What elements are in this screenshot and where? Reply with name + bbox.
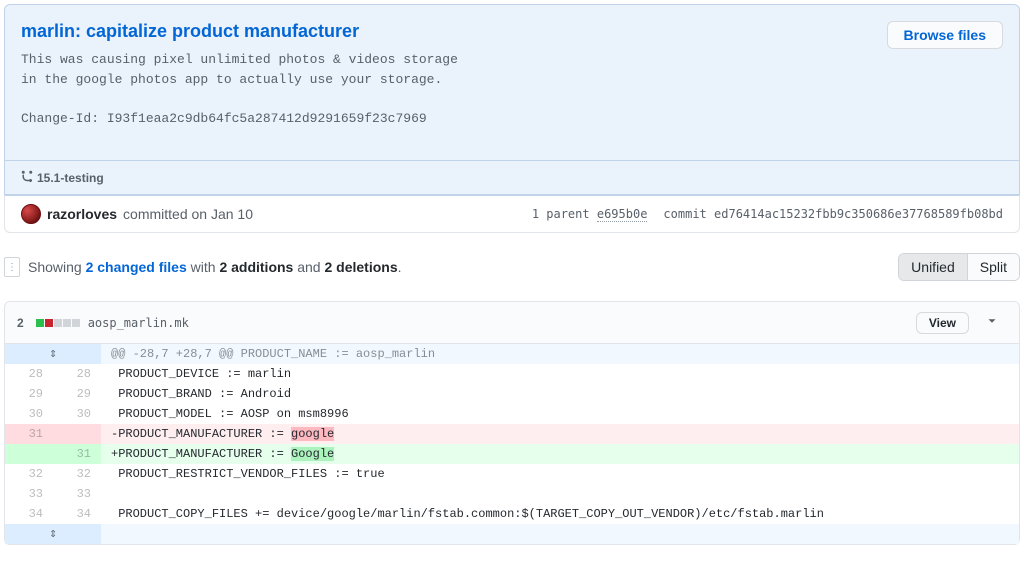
git-branch-icon	[21, 169, 33, 186]
code-content: PRODUCT_BRAND := Android	[101, 384, 1019, 404]
commit-description: This was causing pixel unlimited photos …	[21, 50, 1003, 128]
hunk-expand-row: ⇕ @@ -28,7 +28,7 @@ PRODUCT_NAME := aosp…	[5, 344, 1019, 364]
table-of-contents-icon[interactable]: ⋮	[4, 257, 20, 277]
parent-sha-link[interactable]: e695b0e	[597, 207, 648, 222]
deletions-count: 2 deletions	[324, 259, 397, 275]
code-content: PRODUCT_DEVICE := marlin	[101, 364, 1019, 384]
file-name[interactable]: aosp_marlin.mk	[88, 316, 189, 330]
file-header: 2 aosp_marlin.mk View	[5, 302, 1019, 344]
inline-change: Google	[291, 447, 334, 461]
diff-toc-row: ⋮ Showing 2 changed files with 2 additio…	[4, 249, 1020, 285]
browse-files-button[interactable]: Browse files	[887, 21, 1003, 49]
line-number-new[interactable]: 29	[53, 384, 101, 404]
split-view-button[interactable]: Split	[967, 254, 1019, 280]
line-number-new[interactable]: 28	[53, 364, 101, 384]
file-diff-box: 2 aosp_marlin.mk View ⇕ @@ -28,7 +28,7 @…	[4, 301, 1020, 545]
diff-line: 31 -PRODUCT_MANUFACTURER := google	[5, 424, 1019, 444]
branch-row: 15.1-testing	[4, 161, 1020, 195]
code-content: -PRODUCT_MANUFACTURER := google	[101, 424, 1019, 444]
changed-files-link[interactable]: 2 changed files	[86, 259, 187, 275]
view-file-button[interactable]: View	[916, 312, 969, 334]
unified-view-button[interactable]: Unified	[899, 254, 967, 280]
line-number-new[interactable]: 31	[53, 444, 101, 464]
diff-line: 3434 PRODUCT_COPY_FILES += device/google…	[5, 504, 1019, 524]
line-number-old[interactable]: 33	[5, 484, 53, 504]
toc-and: and	[297, 259, 320, 275]
diff-line: 3232 PRODUCT_RESTRICT_VENDOR_FILES := tr…	[5, 464, 1019, 484]
diff-line: 3030 PRODUCT_MODEL := AOSP on msm8996	[5, 404, 1019, 424]
diff-line: 2828 PRODUCT_DEVICE := marlin	[5, 364, 1019, 384]
diffstat-neutral-block	[72, 319, 80, 327]
branch-name[interactable]: 15.1-testing	[37, 171, 104, 185]
commit-header: marlin: capitalize product manufacturer …	[4, 4, 1020, 161]
diffstat-neutral-block	[54, 319, 62, 327]
code-content	[101, 524, 1019, 544]
line-number-old[interactable]	[5, 444, 53, 464]
line-number-new[interactable]	[53, 424, 101, 444]
toc-showing: Showing	[28, 259, 82, 275]
hunk-header: @@ -28,7 +28,7 @@ PRODUCT_NAME := aosp_m…	[101, 344, 1019, 364]
code-content: PRODUCT_MODEL := AOSP on msm8996	[101, 404, 1019, 424]
diffstat-blocks	[36, 319, 80, 327]
line-number-old[interactable]: 29	[5, 384, 53, 404]
diff-line: 3333	[5, 484, 1019, 504]
diff-view-toggle: Unified Split	[898, 253, 1020, 281]
line-number-new[interactable]: 33	[53, 484, 101, 504]
line-number-new[interactable]: 34	[53, 504, 101, 524]
line-number-new[interactable]: 32	[53, 464, 101, 484]
diff-line: 2929 PRODUCT_BRAND := Android	[5, 384, 1019, 404]
line-number-old[interactable]: 34	[5, 504, 53, 524]
diff-table: ⇕ @@ -28,7 +28,7 @@ PRODUCT_NAME := aosp…	[5, 344, 1019, 544]
code-content: PRODUCT_COPY_FILES += device/google/marl…	[101, 504, 1019, 524]
line-number-new[interactable]: 30	[53, 404, 101, 424]
code-content: PRODUCT_RESTRICT_VENDOR_FILES := true	[101, 464, 1019, 484]
line-number-old[interactable]: 30	[5, 404, 53, 424]
hunk-expand-row: ⇕	[5, 524, 1019, 544]
chevron-down-icon[interactable]	[977, 310, 1007, 335]
diffstat-count: 2	[17, 316, 24, 330]
commit-sha: ed76414ac15232fbb9c350686e37768589fb08bd	[714, 207, 1003, 221]
toc-period: .	[398, 259, 402, 275]
expand-up-icon[interactable]: ⇕	[5, 344, 101, 364]
diffstat-del-block	[45, 319, 53, 327]
diff-line: 31+PRODUCT_MANUFACTURER := Google	[5, 444, 1019, 464]
commit-meta-row: razorloves committed on Jan 10 1 parent …	[4, 195, 1020, 233]
diffstat-neutral-block	[63, 319, 71, 327]
code-content	[101, 484, 1019, 504]
diffstat-add-block	[36, 319, 44, 327]
committed-time: committed on Jan 10	[123, 206, 253, 222]
commit-title: marlin: capitalize product manufacturer	[21, 21, 1003, 42]
code-content: +PRODUCT_MANUFACTURER := Google	[101, 444, 1019, 464]
line-number-old[interactable]: 28	[5, 364, 53, 384]
commit-label: commit	[663, 207, 706, 221]
parents-label: 1 parent	[532, 207, 590, 221]
avatar[interactable]	[21, 204, 41, 224]
additions-count: 2 additions	[219, 259, 293, 275]
line-number-old[interactable]: 32	[5, 464, 53, 484]
commit-sha-info: 1 parent e695b0e commit ed76414ac15232fb…	[532, 207, 1003, 221]
line-number-old[interactable]: 31	[5, 424, 53, 444]
inline-change: google	[291, 427, 334, 441]
expand-down-icon[interactable]: ⇕	[5, 524, 101, 544]
toc-with: with	[191, 259, 216, 275]
author-name[interactable]: razorloves	[47, 206, 117, 222]
